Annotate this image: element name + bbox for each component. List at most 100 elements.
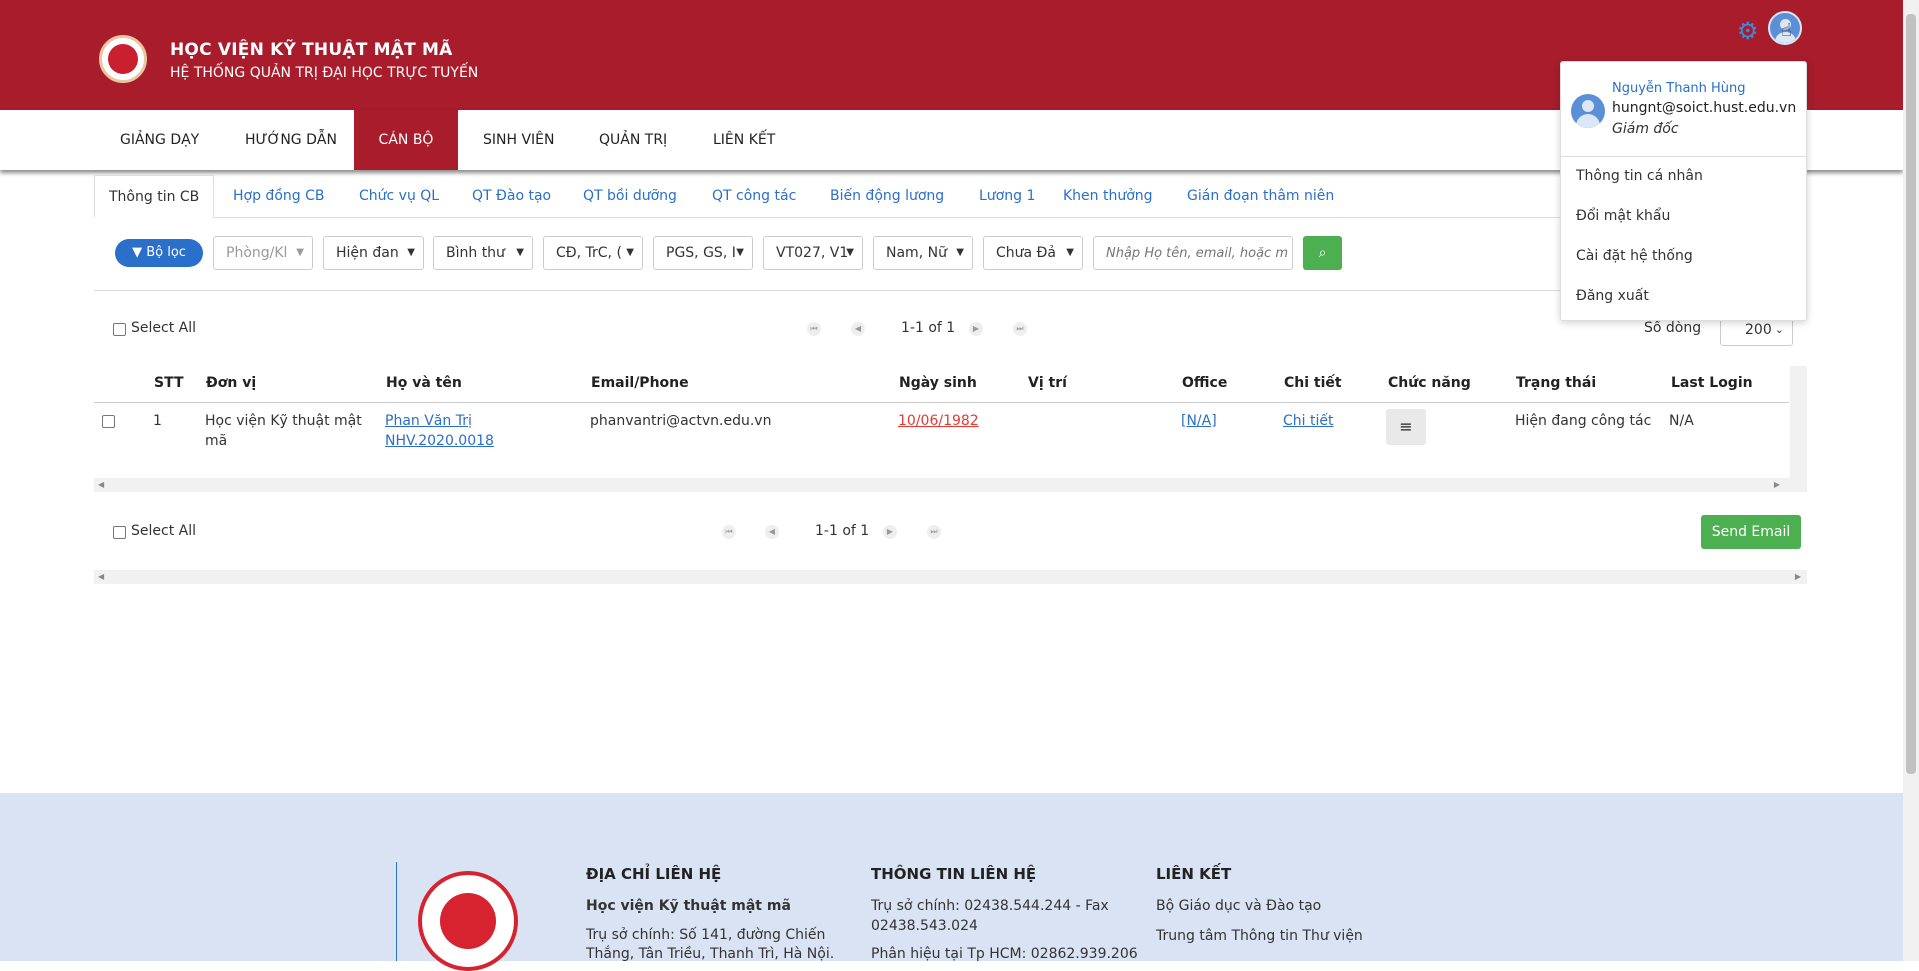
tab-luong-1[interactable]: Lương 1 (979, 175, 1035, 218)
caret-down-icon: ▼ (846, 247, 854, 258)
user-name: Nguyễn Thanh Hùng (1612, 81, 1746, 96)
scroll-right-icon[interactable]: ▶ (1774, 478, 1780, 492)
select-dang-vien[interactable]: Chưa Đả ▼ (983, 236, 1083, 270)
nav-item-huong-dan[interactable]: HƯỚNG DẪN (245, 110, 337, 170)
search-icon: ⌕ (1318, 245, 1327, 261)
tab-khen-thuong[interactable]: Khen thưởng (1063, 175, 1153, 218)
site-title: HỌC VIỆN KỸ THUẬT MẬT MÃ (170, 40, 453, 60)
tab-qt-boi-duong[interactable]: QT bồi dưỡng (583, 175, 677, 218)
cell-trang-thai: Hiện đang công tác (1515, 413, 1652, 429)
next-page-icon[interactable]: ▶ (883, 525, 897, 539)
select-gioi-tinh[interactable]: Nam, Nữ ▼ (873, 236, 973, 270)
footer-contact-line: Phân hiệu tại Tp HCM: 02862.939.206 (871, 946, 1138, 962)
footer-contact-line: Trụ sở chính: 02438.544.244 - Fax (871, 898, 1109, 914)
user-role: Giám đốc (1612, 121, 1679, 137)
select-phong-khoa[interactable]: Phòng/Kl ▼ (213, 236, 313, 270)
detail-link[interactable]: Chi tiết (1283, 411, 1333, 431)
prev-page-icon[interactable]: ◀ (765, 525, 779, 539)
footer-heading-address: ĐỊA CHỈ LIÊN HỆ (586, 865, 722, 883)
scroll-right-icon[interactable]: ▶ (1795, 570, 1801, 584)
row-actions-button[interactable]: ≡ (1386, 409, 1426, 445)
col-header-vi-tri: Vị trí (1028, 375, 1067, 391)
footer-link-library[interactable]: Trung tâm Thông tin Thư viện (1156, 928, 1363, 944)
menu-item-profile[interactable]: Thông tin cá nhân (1576, 168, 1703, 184)
select-tinh-trang[interactable]: Bình thư ▼ (433, 236, 533, 270)
col-header-chuc-nang: Chức năng (1388, 375, 1471, 391)
col-header-ho-ten: Họ và tên (386, 375, 462, 391)
select-value: Phòng/Kl (226, 245, 288, 261)
footer-link-moet[interactable]: Bộ Giáo dục và Đào tạo (1156, 898, 1321, 914)
nav-item-can-bo[interactable]: CÁN BỘ (354, 110, 458, 170)
tab-qt-cong-tac[interactable]: QT công tác (712, 175, 796, 218)
col-header-don-vi: Đơn vị (206, 375, 257, 391)
rows-per-page-label: Số dòng (1644, 320, 1702, 336)
caret-down-icon: ▼ (736, 247, 744, 258)
menu-item-logout[interactable]: Đăng xuất (1576, 288, 1649, 304)
tab-hop-dong-cb[interactable]: Hợp đồng CB (233, 175, 324, 218)
filter-divider (94, 290, 1807, 291)
send-email-button[interactable]: Send Email (1701, 515, 1801, 549)
nav-item-quan-tri[interactable]: QUẢN TRỊ (599, 110, 667, 170)
menu-divider (1561, 156, 1806, 157)
tab-thong-tin-cb[interactable]: Thông tin CB (94, 175, 215, 218)
prev-page-icon[interactable]: ◀ (851, 322, 865, 336)
cell-ngay-sinh[interactable]: 10/06/1982 (898, 411, 979, 431)
select-all-checkbox[interactable] (113, 323, 126, 336)
staff-code-link[interactable]: NHV.2020.0018 (385, 431, 494, 451)
tab-chuc-vu-ql[interactable]: Chức vụ QL (359, 175, 439, 218)
caret-down-icon: ▼ (516, 247, 524, 258)
academy-logo[interactable] (99, 35, 147, 83)
scroll-left-icon[interactable]: ◀ (98, 570, 104, 584)
table-header-divider (94, 402, 1789, 403)
page-vertical-scrollbar[interactable] (1903, 0, 1919, 961)
tab-gian-doan-tham-nien[interactable]: Gián đoạn thâm niên (1187, 175, 1334, 218)
col-header-last-login: Last Login (1671, 375, 1753, 391)
select-all-checkbox-bottom[interactable] (113, 526, 126, 539)
menu-item-change-password[interactable]: Đổi mật khẩu (1576, 208, 1670, 224)
page-horizontal-scrollbar[interactable]: ◀ ▶ (94, 570, 1807, 584)
search-input[interactable] (1093, 236, 1293, 270)
row-checkbox[interactable] (102, 415, 115, 428)
col-header-trang-thai: Trạng thái (1516, 375, 1597, 391)
pointer-cursor-icon: ☝ (1781, 20, 1792, 41)
next-page-icon[interactable]: ▶ (969, 322, 983, 336)
staff-name-link[interactable]: Phan Văn Trị (385, 411, 472, 431)
select-value: Hiện đan (336, 245, 399, 261)
col-header-office: Office (1182, 375, 1228, 391)
col-header-stt: STT (154, 375, 184, 391)
select-vi-tri[interactable]: VT027, V1 ▼ (763, 236, 863, 270)
scrollbar-thumb[interactable] (1906, 14, 1916, 774)
first-page-icon[interactable]: ⏮ (807, 322, 821, 336)
menu-item-settings[interactable]: Cài đặt hệ thống (1576, 248, 1693, 264)
nav-item-giang-day[interactable]: GIẢNG DẠY (120, 110, 199, 170)
first-page-icon[interactable]: ⏮ (722, 525, 736, 539)
cell-last-login: N/A (1669, 413, 1694, 429)
select-trang-thai[interactable]: Hiện đan ▼ (323, 236, 424, 270)
select-value: PGS, GS, I (666, 245, 736, 261)
last-page-icon[interactable]: ⏭ (927, 525, 941, 539)
select-all-label-bottom: Select All (131, 523, 196, 539)
last-page-icon[interactable]: ⏭ (1013, 322, 1027, 336)
table-horizontal-scrollbar[interactable]: ◀ ▶ (94, 478, 1790, 492)
search-button[interactable]: ⌕ (1303, 236, 1342, 270)
page-range: 1-1 of 1 (901, 320, 956, 336)
nav-item-lien-ket[interactable]: LIÊN KẾT (713, 110, 775, 170)
user-email: hungnt@soict.hust.edu.vn (1612, 100, 1797, 116)
gear-icon[interactable]: ⚙ (1737, 19, 1761, 43)
funnel-icon: ▼ (132, 245, 143, 260)
tab-qt-dao-tao[interactable]: QT Đào tạo (472, 175, 551, 218)
select-hoc-ham[interactable]: PGS, GS, I ▼ (653, 236, 753, 270)
filter-button[interactable]: ▼ Bộ lọc (115, 239, 203, 267)
scroll-left-icon[interactable]: ◀ (98, 478, 104, 492)
rows-per-page-value: 200 (1745, 322, 1772, 338)
table-vertical-scrollbar[interactable] (1790, 366, 1807, 492)
nav-item-sinh-vien[interactable]: SINH VIÊN (483, 110, 555, 170)
select-value: Chưa Đả (996, 245, 1056, 261)
footer-address-line: Thắng, Tân Triều, Thanh Trì, Hà Nội. (586, 946, 835, 962)
tab-bien-dong-luong[interactable]: Biến động lương (830, 175, 944, 218)
office-link[interactable]: [N/A] (1181, 411, 1217, 431)
footer-academy-logo (418, 871, 518, 971)
select-all-label: Select All (131, 320, 196, 336)
select-trinh-do[interactable]: CĐ, TrC, (▼ (543, 236, 643, 270)
user-avatar-icon (1571, 94, 1605, 128)
